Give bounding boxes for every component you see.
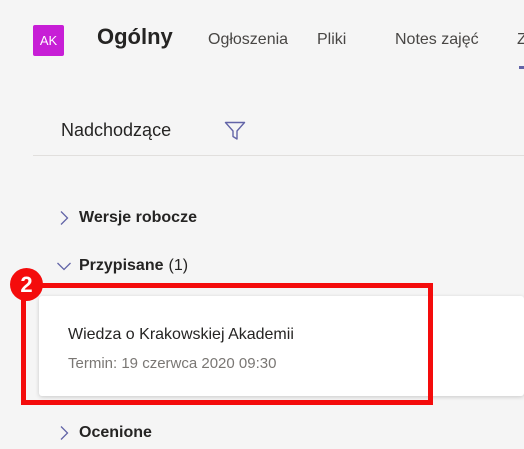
team-avatar[interactable]: AK [33, 25, 64, 56]
chevron-right-icon [60, 426, 69, 440]
group-label: Ocenione [79, 424, 152, 441]
group-drafts[interactable]: Wersje robocze [56, 209, 197, 227]
teams-assignments-view: AK Ogólny Ogłoszenia Pliki Notes zajęć Z… [0, 0, 524, 449]
channel-title: Ogólny [97, 24, 173, 49]
section-title-upcoming: Nadchodzące [61, 120, 172, 140]
callout-number-badge: 2 [10, 268, 43, 301]
group-assigned[interactable]: Przypisane (1) [56, 257, 188, 275]
channel-header: AK Ogólny Ogłoszenia Pliki Notes zajęć Z [0, 0, 524, 80]
tab-files[interactable]: Pliki [317, 31, 346, 49]
tab-class-notebook[interactable]: Notes zajęć [395, 31, 479, 49]
divider [33, 155, 524, 156]
group-label: Przypisane [79, 257, 164, 274]
group-graded[interactable]: Ocenione [56, 424, 152, 442]
filter-icon[interactable] [224, 121, 246, 141]
chevron-right-icon [60, 211, 69, 225]
tab-assignments[interactable]: Z [517, 31, 524, 49]
tab-announcements[interactable]: Ogłoszenia [208, 31, 288, 49]
group-label: Wersje robocze [79, 209, 197, 226]
group-count: (1) [168, 257, 189, 274]
callout-highlight-box [21, 283, 433, 405]
active-tab-indicator [519, 66, 524, 69]
chevron-down-icon [57, 262, 71, 271]
